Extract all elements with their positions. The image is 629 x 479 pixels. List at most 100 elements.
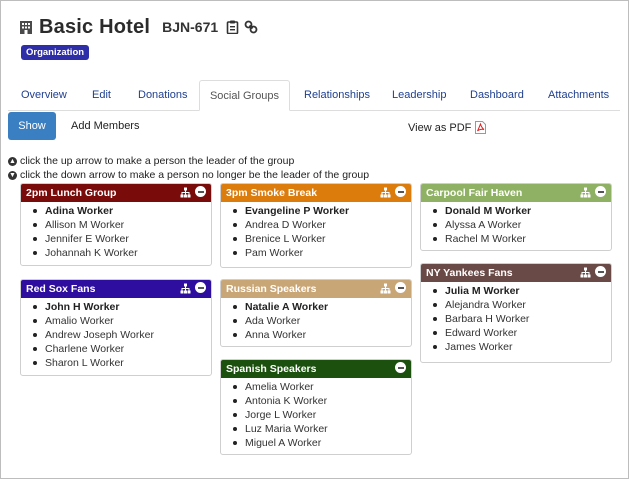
- group-member[interactable]: Andrea D Worker: [232, 218, 411, 232]
- group-name: 3pm Smoke Break: [226, 187, 318, 199]
- tab-donations[interactable]: Donations: [138, 80, 188, 111]
- remove-group-icon[interactable]: [395, 282, 406, 293]
- member-list: Donald M Worker Alyssa A Worker Rachel M W…: [421, 202, 611, 250]
- group-card-carpool-fair-haven: Carpool Fair Haven Donald M Worker Alyssa …: [420, 183, 612, 251]
- group-card-2pm-lunch-group: 2pm Lunch Group Adina Worker Allison M Wor…: [20, 183, 212, 266]
- page-title: Basic Hotel: [39, 15, 151, 38]
- org-chart-icon[interactable]: [180, 186, 191, 198]
- view-pdf-label: View as PDF: [408, 121, 472, 134]
- add-members-link[interactable]: Add Members: [71, 120, 139, 132]
- group-actions: [380, 186, 406, 198]
- group-member[interactable]: Jennifer E Worker: [32, 232, 211, 246]
- org-chart-icon[interactable]: [380, 186, 391, 198]
- group-leader[interactable]: John H Worker: [32, 300, 211, 314]
- group-leader[interactable]: Julia M Worker: [432, 284, 611, 298]
- tab-social-groups[interactable]: Social Groups: [199, 80, 290, 111]
- tab-bar: Overview Edit Donations Social Groups Re…: [8, 80, 620, 111]
- group-actions: [380, 282, 406, 294]
- arrow-up-icon: ▲: [8, 156, 17, 166]
- arrow-down-icon: ▼: [8, 170, 17, 180]
- group-actions: [180, 186, 206, 198]
- show-button[interactable]: Show: [8, 112, 56, 140]
- remove-group-icon[interactable]: [595, 186, 606, 197]
- group-member[interactable]: Amelia Worker: [232, 380, 411, 394]
- group-member[interactable]: Antonia K Worker: [232, 394, 411, 408]
- group-header: 3pm Smoke Break: [221, 184, 411, 202]
- group-name: Red Sox Fans: [26, 283, 96, 295]
- view-pdf-link[interactable]: View as PDF: [408, 121, 487, 134]
- member-list: Amelia Worker Antonia K Worker Jorge L Wor…: [221, 378, 411, 454]
- group-member[interactable]: Edward Worker: [432, 326, 611, 340]
- group-member[interactable]: Charlene Worker: [32, 342, 211, 356]
- group-member[interactable]: Rachel M Worker: [432, 232, 611, 246]
- group-header: Carpool Fair Haven: [421, 184, 611, 202]
- org-chart-icon[interactable]: [380, 282, 391, 294]
- remove-group-icon[interactable]: [395, 186, 406, 197]
- group-leader[interactable]: Natalie A Worker: [232, 300, 411, 314]
- organization-badge: Organization: [21, 45, 90, 60]
- group-member[interactable]: Andrew Joseph Worker: [32, 328, 211, 342]
- group-name: Carpool Fair Haven: [426, 187, 523, 199]
- tab-dashboard[interactable]: Dashboard: [470, 80, 524, 111]
- member-list: Natalie A Worker Ada Worker Anna Worker: [221, 298, 411, 346]
- group-name: NY Yankees Fans: [426, 267, 513, 279]
- tab-relationships[interactable]: Relationships: [304, 80, 370, 111]
- group-member[interactable]: Johannah K Worker: [32, 246, 211, 260]
- group-leader[interactable]: Evangeline P Worker: [232, 204, 411, 218]
- tab-attachments[interactable]: Attachments: [548, 80, 609, 111]
- tab-leadership[interactable]: Leadership: [392, 80, 446, 111]
- group-member[interactable]: Allison M Worker: [32, 218, 211, 232]
- group-member[interactable]: Ada Worker: [232, 314, 411, 328]
- group-member[interactable]: Jorge L Worker: [232, 408, 411, 422]
- instruction-down-text: click the down arrow to make a person no…: [20, 169, 370, 181]
- group-member[interactable]: Anna Worker: [232, 328, 411, 342]
- group-actions: [580, 186, 606, 198]
- group-name: Russian Speakers: [226, 283, 317, 295]
- group-member[interactable]: Miguel A Worker: [232, 436, 411, 450]
- remove-group-icon[interactable]: [395, 362, 406, 373]
- group-leader[interactable]: Donald M Worker: [432, 204, 611, 218]
- page-header: Basic Hotel BJN-671: [19, 14, 262, 40]
- group-header: Red Sox Fans: [21, 280, 211, 298]
- group-header: 2pm Lunch Group: [21, 184, 211, 202]
- group-member[interactable]: James Worker: [432, 340, 611, 354]
- group-card-ny-yankees-fans: NY Yankees Fans Julia M Worker Alejandra W…: [420, 263, 612, 363]
- tab-overview[interactable]: Overview: [21, 80, 67, 111]
- group-member[interactable]: Barbara H Worker: [432, 312, 611, 326]
- instruction-up-text: click the up arrow to make a person the …: [20, 155, 295, 167]
- member-list: Evangeline P Worker Andrea D Worker Brenic…: [221, 202, 411, 264]
- record-code: BJN-671: [162, 19, 219, 35]
- org-chart-icon[interactable]: [180, 282, 191, 294]
- clipboard-icon[interactable]: [226, 20, 239, 35]
- instruction-up: ▲ click the up arrow to make a person th…: [8, 155, 294, 167]
- group-header: NY Yankees Fans: [421, 264, 611, 282]
- group-member[interactable]: Sharon L Worker: [32, 356, 211, 370]
- member-list: Adina Worker Allison M Worker Jennifer E W…: [21, 202, 211, 264]
- group-member[interactable]: Pam Worker: [232, 246, 411, 260]
- group-header: Spanish Speakers: [221, 360, 411, 378]
- group-actions: [395, 362, 406, 373]
- group-member[interactable]: Luz Maria Worker: [232, 422, 411, 436]
- tab-edit[interactable]: Edit: [92, 80, 111, 111]
- link-icon[interactable]: [244, 20, 258, 34]
- member-list: John H Worker Amalio Worker Andrew Joseph …: [21, 298, 211, 374]
- org-chart-icon[interactable]: [580, 186, 591, 198]
- group-member[interactable]: Alyssa A Worker: [432, 218, 611, 232]
- group-member[interactable]: Alejandra Worker: [432, 298, 611, 312]
- org-chart-icon[interactable]: [580, 266, 591, 278]
- group-card-3pm-smoke-break: 3pm Smoke Break Evangeline P Worker Andrea…: [220, 183, 412, 268]
- group-name: 2pm Lunch Group: [26, 187, 117, 199]
- group-header: Russian Speakers: [221, 280, 411, 298]
- group-card-red-sox-fans: Red Sox Fans John H Worker Amalio Worker An…: [20, 279, 212, 376]
- member-list: Julia M Worker Alejandra Worker Barbara H …: [421, 282, 611, 358]
- remove-group-icon[interactable]: [195, 282, 206, 293]
- remove-group-icon[interactable]: [595, 266, 606, 277]
- group-card-spanish-speakers: Spanish Speakers Amelia Worker Antonia K W…: [220, 359, 412, 455]
- group-leader[interactable]: Adina Worker: [32, 204, 211, 218]
- remove-group-icon[interactable]: [195, 186, 206, 197]
- group-name: Spanish Speakers: [226, 363, 317, 375]
- group-member[interactable]: Amalio Worker: [32, 314, 211, 328]
- group-actions: [180, 282, 206, 294]
- group-member[interactable]: Brenice L Worker: [232, 232, 411, 246]
- building-icon: [19, 19, 33, 35]
